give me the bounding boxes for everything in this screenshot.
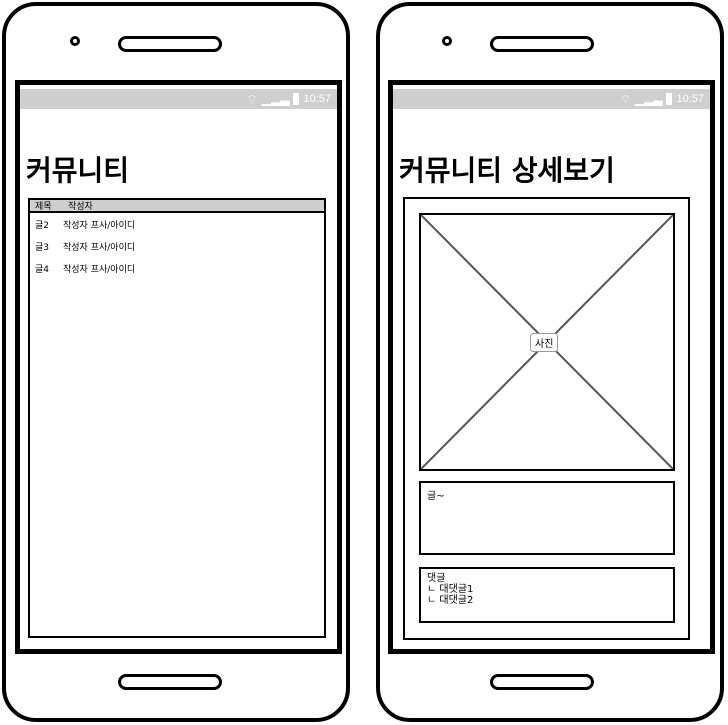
post-title: 글2 [35,221,50,231]
photo-label: 사진 [530,333,559,352]
signal-icon: ▁▂▃ [261,92,290,106]
list-item[interactable]: 글3 작성자 프사/아이디 [30,236,324,257]
wifi-icon: ⌔ [246,92,258,106]
list-header: 제목 작성자 [30,200,324,213]
page-title: 커뮤니티 상세보기 [399,154,615,187]
status-bar: ⌔ ▁▂▃ 10:57 [20,89,337,109]
phone-frame-community-detail: ⌔ ▁▂▃ 10:57 커뮤니티 상세보기 사진 글~ 댓글 ㄴ 대댓글1 ㄴ … [376,2,724,722]
status-time: 10:57 [303,93,331,105]
reply-item: ㄴ 대댓글1 [427,584,474,595]
page-title: 커뮤니티 [26,154,130,187]
status-bar: ⌔ ▁▂▃ 10:57 [393,89,710,109]
list-item[interactable]: 글2 작성자 프사/아이디 [30,214,324,235]
comment-title: 댓글 [427,573,446,584]
post-author: 작성자 프사/아이디 [63,265,136,275]
camera-icon [442,36,452,46]
post-author: 작성자 프사/아이디 [63,243,136,253]
photo-placeholder[interactable]: 사진 [419,213,675,471]
camera-icon [70,36,80,46]
speaker-grill [118,36,222,52]
post-title: 글3 [35,243,50,253]
post-content: 글~ [419,481,675,555]
post-detail-card: 사진 글~ 댓글 ㄴ 대댓글1 ㄴ 대댓글2 [403,197,690,640]
screen-community-detail: ⌔ ▁▂▃ 10:57 커뮤니티 상세보기 사진 글~ 댓글 ㄴ 대댓글1 ㄴ … [388,80,715,654]
status-time: 10:57 [676,93,704,105]
phone-frame-community-list: ⌔ ▁▂▃ 10:57 커뮤니티 제목 작성자 글2 작성자 프사/아이디 글3… [2,2,350,722]
post-content-text: 글~ [427,491,445,502]
signal-icon: ▁▂▃ [634,92,663,106]
post-author: 작성자 프사/아이디 [63,221,136,231]
battery-icon [666,93,673,105]
list-item[interactable]: 글4 작성자 프사/아이디 [30,258,324,279]
home-button[interactable] [118,674,222,690]
wifi-icon: ⌔ [619,92,631,106]
home-button[interactable] [490,674,594,690]
post-title: 글4 [35,265,50,275]
reply-item: ㄴ 대댓글2 [427,595,474,606]
column-header-author: 작성자 [68,202,93,212]
comment-section: 댓글 ㄴ 대댓글1 ㄴ 대댓글2 [419,567,675,623]
screen-community-list: ⌔ ▁▂▃ 10:57 커뮤니티 제목 작성자 글2 작성자 프사/아이디 글3… [15,80,342,654]
wireframe-canvas: ⌔ ▁▂▃ 10:57 커뮤니티 제목 작성자 글2 작성자 프사/아이디 글3… [0,0,728,725]
post-list: 제목 작성자 글2 작성자 프사/아이디 글3 작성자 프사/아이디 글4 작성… [28,198,326,638]
column-header-title: 제목 [35,202,52,212]
battery-icon [293,93,300,105]
speaker-grill [490,36,594,52]
